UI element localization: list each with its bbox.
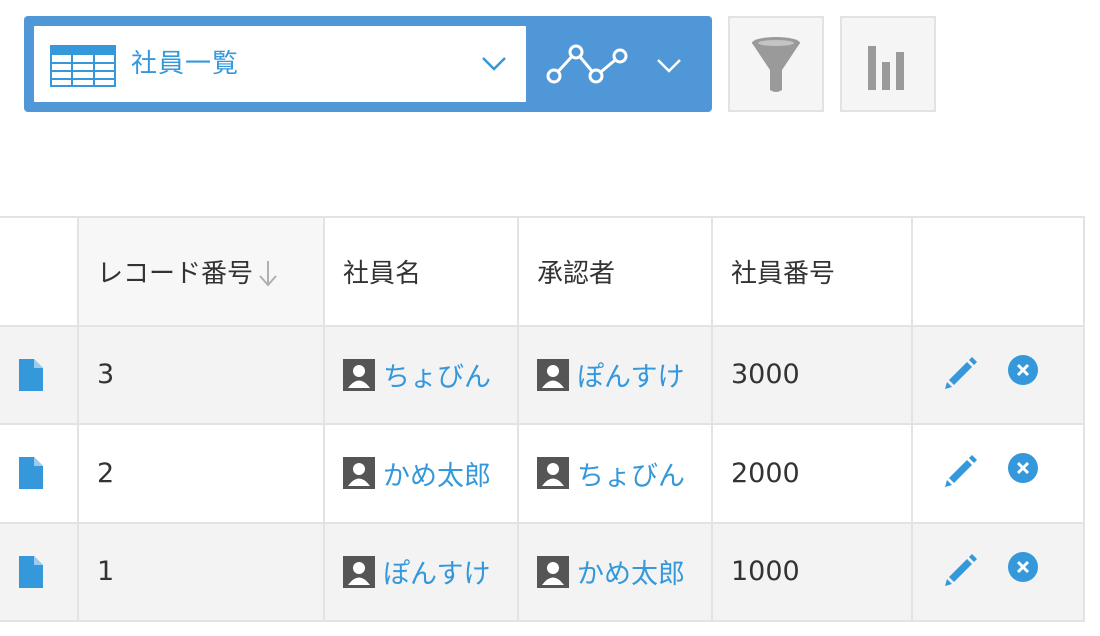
graph-menu-button[interactable] [536, 16, 712, 112]
employee-name-cell: かめ太郎 [323, 423, 519, 524]
employee-number-cell: 1000 [711, 521, 913, 622]
header-label: 承認者 [537, 258, 616, 289]
line-graph-icon [546, 44, 628, 84]
view-bar: 社員一覧 [24, 16, 712, 112]
delete-circle-icon[interactable] [1007, 551, 1039, 583]
user-avatar-icon [537, 358, 569, 391]
document-icon[interactable] [18, 456, 44, 490]
table-gutter [1084, 217, 1100, 326]
header-label: 社員名 [343, 258, 422, 289]
record-detail-cell[interactable] [0, 324, 79, 426]
record-table: レコード番号 社員名 承認者 社員番号 3 ちょびん ぽんすけ 3000 2 か… [0, 216, 1100, 622]
toolbar: 社員一覧 [0, 0, 1100, 130]
chevron-down-icon [657, 59, 681, 73]
table-gutter [1084, 325, 1100, 425]
employee-name-link[interactable]: ぽんすけ [383, 552, 490, 591]
employee-number-cell: 2000 [711, 423, 913, 524]
header-label: レコード番号 [97, 258, 254, 289]
user-avatar-icon [343, 555, 375, 588]
record-number-cell: 2 [77, 423, 325, 524]
approver-cell: ぽんすけ [517, 324, 713, 426]
stats-button[interactable] [840, 16, 936, 112]
employee-number-cell: 3000 [711, 324, 913, 426]
pencil-edit-icon[interactable] [943, 354, 979, 390]
sort-desc-icon [259, 260, 277, 287]
user-avatar-icon [343, 358, 375, 391]
employee-name-link[interactable]: かめ太郎 [383, 454, 491, 493]
actions-cell [911, 521, 1085, 622]
record-number-cell: 3 [77, 324, 325, 426]
approver-link[interactable]: ぽんすけ [577, 355, 684, 394]
approver-cell: かめ太郎 [517, 521, 713, 622]
header-employee-number[interactable]: 社員番号 [711, 216, 913, 327]
header-approver[interactable]: 承認者 [517, 216, 713, 327]
header-employee-name[interactable]: 社員名 [323, 216, 519, 327]
view-name: 社員一覧 [131, 49, 240, 79]
view-selector[interactable]: 社員一覧 [34, 26, 526, 102]
chevron-down-icon [482, 57, 506, 71]
delete-circle-icon[interactable] [1007, 452, 1039, 484]
bar-chart-icon [868, 46, 904, 90]
header-actions [911, 216, 1085, 327]
actions-cell [911, 423, 1085, 524]
table-row: 3 ちょびん ぽんすけ 3000 [0, 324, 1100, 426]
table-row: 2 かめ太郎 ちょびん 2000 [0, 423, 1100, 524]
user-avatar-icon [343, 457, 375, 490]
table-icon [50, 45, 116, 87]
employee-name-link[interactable]: ちょびん [383, 355, 491, 394]
user-avatar-icon [537, 457, 569, 490]
table-gutter [1084, 522, 1100, 621]
pencil-edit-icon[interactable] [943, 551, 979, 587]
document-icon[interactable] [18, 358, 44, 392]
table-gutter [1084, 424, 1100, 523]
employee-name-cell: ぽんすけ [323, 521, 519, 622]
record-number-cell: 1 [77, 521, 325, 622]
approver-link[interactable]: かめ太郎 [577, 552, 685, 591]
table-header-row: レコード番号 社員名 承認者 社員番号 [0, 216, 1100, 327]
approver-link[interactable]: ちょびん [577, 454, 685, 493]
table-row: 1 ぽんすけ かめ太郎 1000 [0, 521, 1100, 622]
user-avatar-icon [537, 555, 569, 588]
header-label: 社員番号 [731, 258, 836, 289]
filter-button[interactable] [728, 16, 824, 112]
record-detail-cell[interactable] [0, 521, 79, 622]
document-icon[interactable] [18, 555, 44, 589]
record-detail-cell[interactable] [0, 423, 79, 524]
header-blank [0, 216, 79, 327]
delete-circle-icon[interactable] [1007, 354, 1039, 386]
employee-name-cell: ちょびん [323, 324, 519, 426]
actions-cell [911, 324, 1085, 426]
funnel-icon [752, 37, 800, 92]
pencil-edit-icon[interactable] [943, 452, 979, 488]
header-record-number[interactable]: レコード番号 [77, 216, 325, 327]
approver-cell: ちょびん [517, 423, 713, 524]
